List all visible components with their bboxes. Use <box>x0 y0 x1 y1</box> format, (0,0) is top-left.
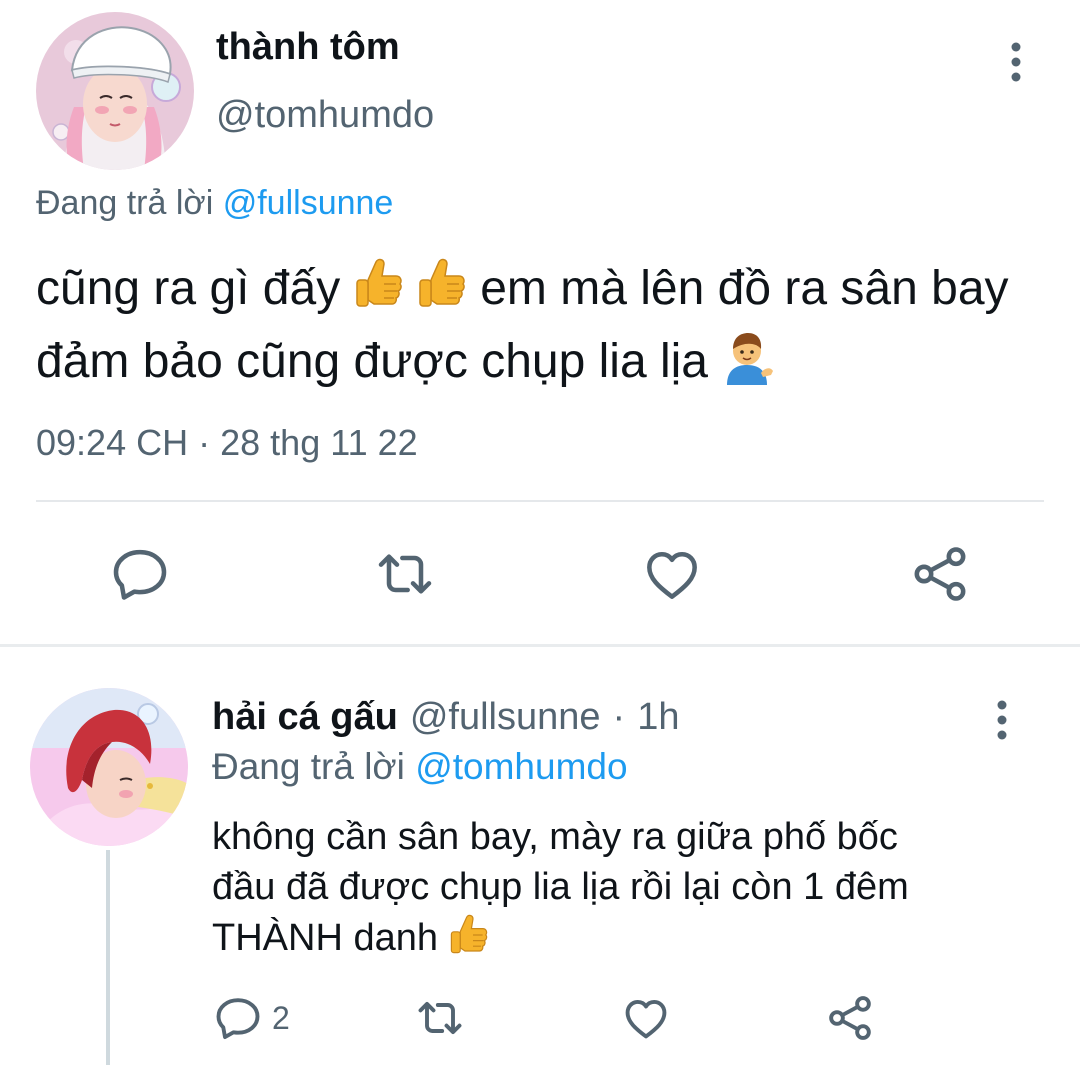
tweet-age[interactable]: 1h <box>637 696 679 739</box>
reply-header: hải cá gấu @fullsunne · 1h <box>212 696 679 739</box>
replying-to: Đang trả lời @tomhumdo <box>212 746 628 788</box>
avatar[interactable] <box>30 688 188 846</box>
tweet-text: cũng ra gì đấy em mà lên đồ ra sân bay đ… <box>36 256 1046 402</box>
replying-to-label: Đang trả lời <box>36 184 214 222</box>
meta-separator: · <box>198 422 211 463</box>
share-icon <box>914 547 966 601</box>
tweet-text-line: không cần sân bay, mày ra giữa phố bốc <box>212 816 898 858</box>
replying-to-mention[interactable]: @fullsunne <box>223 184 394 222</box>
reply-button[interactable]: 2 <box>212 992 290 1044</box>
more-vertical-icon <box>1011 42 1021 82</box>
avatar[interactable] <box>36 12 194 170</box>
like-button[interactable] <box>640 542 704 606</box>
tweet-time: 09:24 CH <box>36 422 189 463</box>
like-button[interactable] <box>620 992 672 1044</box>
share-icon <box>829 996 871 1040</box>
divider <box>36 500 1044 502</box>
like-icon <box>625 1000 667 1039</box>
meta-separator: · <box>612 696 626 738</box>
more-options-button[interactable] <box>982 690 1022 750</box>
more-vertical-icon <box>997 700 1007 740</box>
retweet-icon <box>378 554 432 594</box>
replying-to: Đang trả lời @fullsunne <box>36 184 393 223</box>
replying-to-label: Đang trả lời <box>212 746 405 787</box>
replying-to-mention[interactable]: @tomhumdo <box>415 746 627 787</box>
retweet-button[interactable] <box>412 992 468 1044</box>
tweet-text-line-content: THÀNH danh <box>212 917 438 959</box>
tweet-text-part1: cũng ra gì đấy <box>36 262 341 315</box>
thread-line <box>106 850 110 1065</box>
tweet-text: không cần sân bay, mày ra giữa phố bốc đ… <box>212 812 1022 971</box>
share-button[interactable] <box>824 992 876 1044</box>
reply-icon <box>216 998 260 1040</box>
more-options-button[interactable] <box>996 32 1036 92</box>
user-handle[interactable]: @fullsunne <box>410 696 601 739</box>
tweet-text-line: đầu đã được chụp lia lịa rồi lại còn 1 đ… <box>212 866 909 908</box>
section-divider <box>0 644 1080 647</box>
thumbs-up-emoji <box>354 256 404 329</box>
user-handle[interactable]: @tomhumdo <box>216 94 434 137</box>
tweet-text-line: THÀNH danh <box>212 912 1022 971</box>
tweet-timestamp[interactable]: 09:24 CH · 28 thg 11 22 <box>36 422 418 464</box>
retweet-icon <box>418 1001 462 1035</box>
like-icon <box>647 552 697 599</box>
reply-count: 2 <box>272 999 290 1036</box>
thumbs-up-emoji <box>417 256 467 329</box>
man-tipping-hand-emoji <box>721 329 775 402</box>
retweet-button[interactable] <box>372 542 438 606</box>
display-name[interactable]: hải cá gấu <box>212 696 398 739</box>
share-button[interactable] <box>908 542 972 606</box>
thumbs-up-emoji <box>449 912 489 971</box>
tweet-date: 28 thg 11 22 <box>220 422 418 463</box>
reply-icon <box>113 549 167 600</box>
reply-button[interactable] <box>108 542 172 606</box>
display-name[interactable]: thành tôm <box>216 26 400 69</box>
